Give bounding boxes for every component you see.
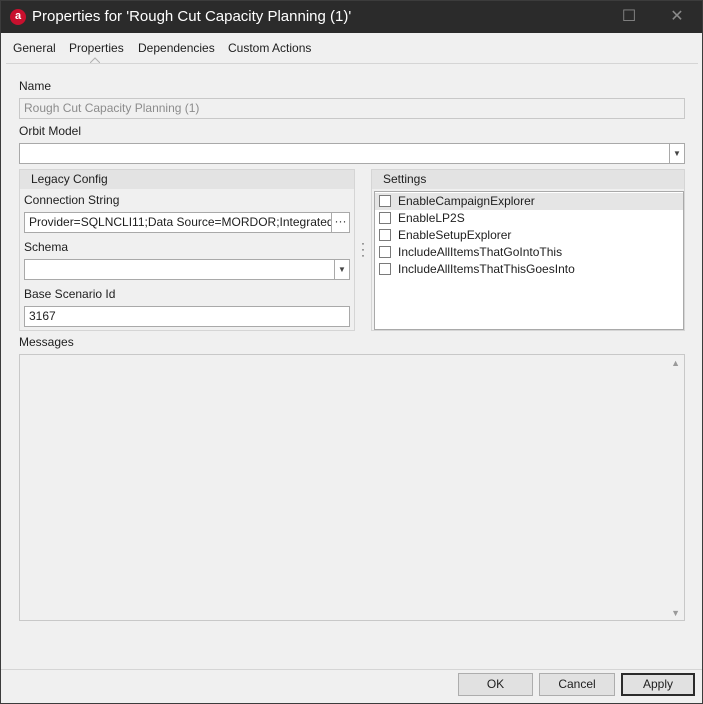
title-bar: a Properties for 'Rough Cut Capacity Pla…: [1, 1, 702, 33]
tab-dependencies[interactable]: Dependencies: [138, 41, 215, 55]
app-logo-icon: a: [10, 9, 26, 25]
name-field: Rough Cut Capacity Planning (1): [19, 98, 685, 119]
tab-custom-actions[interactable]: Custom Actions: [228, 41, 311, 55]
include-all-items-that-this-goes-into-checkbox[interactable]: [379, 263, 391, 275]
list-item[interactable]: EnableSetupExplorer: [375, 227, 683, 244]
tab-bar: General Properties Dependencies Custom A…: [1, 33, 702, 63]
base-scenario-field[interactable]: 3167: [24, 306, 350, 327]
schema-dropdown[interactable]: ▼: [24, 259, 350, 280]
connection-string-value: Provider=SQLNCLI11;Data Source=MORDOR;In…: [29, 215, 345, 229]
setting-label: IncludeAllItemsThatThisGoesInto: [398, 262, 575, 276]
setting-label: EnableCampaignExplorer: [398, 194, 535, 208]
messages-label: Messages: [19, 335, 74, 349]
browse-button[interactable]: ···: [331, 213, 349, 232]
properties-panel: Name Rough Cut Capacity Planning (1) Orb…: [6, 63, 698, 669]
setting-label: EnableLP2S: [398, 211, 465, 225]
legacy-config-title: Legacy Config: [31, 172, 108, 186]
window-title: Properties for 'Rough Cut Capacity Plann…: [32, 8, 352, 25]
orbit-model-dropdown[interactable]: ▼: [19, 143, 685, 164]
scroll-down-icon[interactable]: ▼: [671, 608, 680, 618]
settings-list: EnableCampaignExplorer EnableLP2S Enable…: [374, 191, 684, 330]
tab-general[interactable]: General: [13, 41, 56, 55]
maximize-icon[interactable]: ☐: [619, 7, 639, 27]
legacy-config-header: Legacy Config: [20, 170, 354, 189]
settings-title: Settings: [383, 172, 427, 186]
scroll-up-icon[interactable]: ▲: [671, 358, 680, 368]
enable-setup-explorer-checkbox[interactable]: [379, 229, 391, 241]
orbit-model-label: Orbit Model: [19, 124, 82, 138]
chevron-down-icon[interactable]: ▼: [334, 260, 349, 279]
ok-button[interactable]: OK: [458, 673, 533, 696]
list-item[interactable]: EnableLP2S: [375, 210, 683, 227]
dialog-button-bar: OK Cancel Apply: [1, 669, 702, 703]
close-icon[interactable]: ✕: [667, 7, 687, 27]
messages-textarea[interactable]: ▲ ▼: [19, 354, 685, 621]
connection-string-field[interactable]: Provider=SQLNCLI11;Data Source=MORDOR;In…: [24, 212, 350, 233]
cancel-button[interactable]: Cancel: [539, 673, 615, 696]
list-item[interactable]: IncludeAllItemsThatGoIntoThis: [375, 244, 683, 261]
name-label: Name: [19, 79, 52, 93]
tab-properties[interactable]: Properties: [69, 41, 124, 55]
chevron-down-icon[interactable]: ▼: [669, 144, 684, 163]
enable-lp2s-checkbox[interactable]: [379, 212, 391, 224]
schema-label: Schema: [24, 240, 69, 254]
connection-string-label: Connection String: [24, 193, 120, 207]
apply-button[interactable]: Apply: [621, 673, 695, 696]
base-scenario-label: Base Scenario Id: [24, 287, 116, 301]
properties-dialog: a Properties for 'Rough Cut Capacity Pla…: [0, 0, 703, 704]
legacy-config-group: Legacy Config Connection String Provider…: [19, 169, 355, 331]
list-item[interactable]: IncludeAllItemsThatThisGoesInto: [375, 261, 683, 278]
setting-label: EnableSetupExplorer: [398, 228, 512, 242]
setting-label: IncludeAllItemsThatGoIntoThis: [398, 245, 563, 259]
list-item[interactable]: EnableCampaignExplorer: [375, 193, 683, 210]
settings-header: Settings: [372, 170, 684, 189]
include-all-items-that-go-into-this-checkbox[interactable]: [379, 246, 391, 258]
settings-group: Settings EnableCampaignExplorer EnableLP…: [371, 169, 685, 331]
splitter-handle-icon[interactable]: · · ·: [358, 237, 368, 261]
enable-campaign-explorer-checkbox[interactable]: [379, 195, 391, 207]
